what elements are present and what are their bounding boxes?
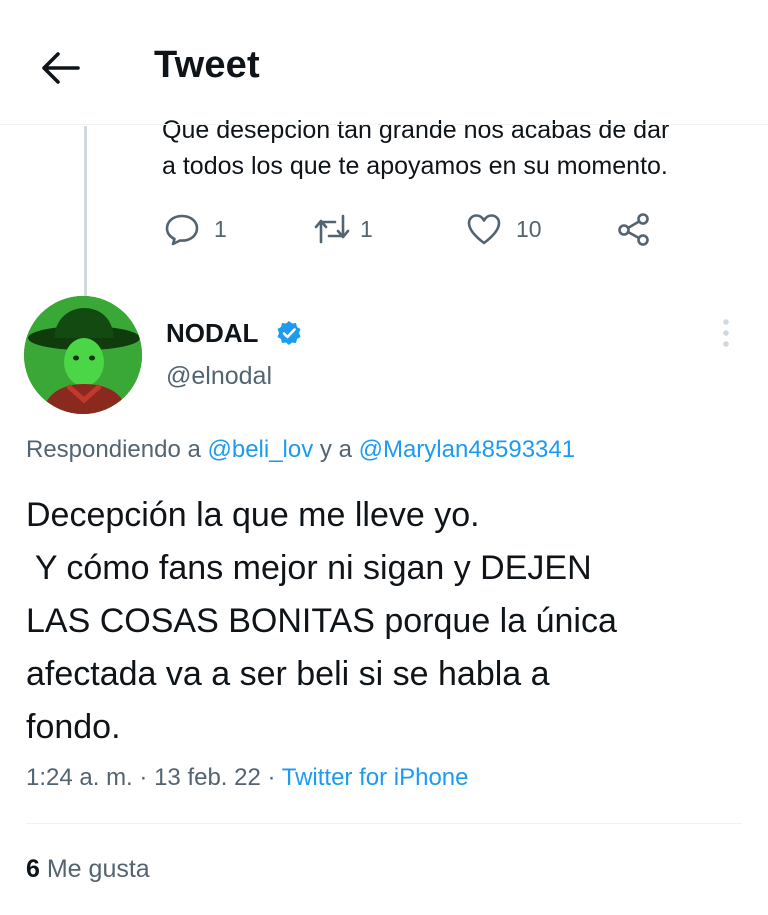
tweet-date: 13 feb. 22	[154, 764, 261, 791]
like-count: 10	[516, 215, 542, 242]
profile-photo	[24, 296, 142, 414]
top-bar: Tweet	[0, 0, 768, 126]
replying-prefix: Respondiendo a	[26, 436, 201, 463]
previous-tweet-text: Que desepcion tan grande nos acabas de d…	[162, 112, 762, 184]
mention-link[interactable]: @beli_lov	[207, 436, 313, 463]
replying-joiner: y a	[319, 436, 352, 463]
likes-stat[interactable]: 6 Me gusta	[26, 855, 150, 884]
header-divider	[0, 124, 768, 125]
avatar[interactable]	[24, 296, 142, 414]
share-button[interactable]	[616, 212, 652, 246]
likes-label: Me gusta	[46, 855, 150, 883]
author-name[interactable]: NODAL	[166, 318, 258, 349]
thread-connector-line	[84, 126, 87, 296]
arrow-left-icon	[42, 52, 80, 84]
back-button[interactable]	[38, 48, 82, 88]
tweet-text-line: fondo.	[26, 708, 121, 746]
stats-divider	[26, 823, 742, 824]
like-button[interactable]: 10	[466, 212, 542, 246]
tweet-text-line: LAS COSAS BONITAS porque la única	[26, 602, 617, 640]
verified-badge-icon	[277, 321, 301, 345]
likes-count: 6	[26, 855, 40, 883]
replying-to: Respondiendo a @beli_lov y a @Marylan485…	[26, 436, 575, 464]
tweet-time: 1:24 a. m.	[26, 764, 133, 791]
tweet-metadata: 1:24 a. m. · 13 feb. 22 · Twitter for iP…	[26, 764, 469, 792]
meta-separator: ·	[267, 764, 276, 791]
tweet-source-link[interactable]: Twitter for iPhone	[282, 764, 469, 791]
author-handle[interactable]: @elnodal	[166, 362, 272, 391]
reply-count: 1	[214, 215, 227, 242]
previous-tweet-line: Que desepcion tan grande nos acabas de d…	[162, 116, 670, 144]
retweet-button[interactable]: 1	[312, 212, 373, 246]
retweet-count: 1	[360, 215, 373, 242]
heart-icon	[467, 214, 501, 245]
page-title: Tweet	[154, 44, 260, 86]
tweet-text-line: Decepción la que me lleve yo.	[26, 496, 480, 534]
reply-icon	[165, 214, 199, 246]
tweet-text-line: afectada va a ser beli si se habla a	[26, 655, 550, 693]
retweet-icon	[314, 214, 350, 244]
share-icon	[618, 213, 649, 246]
previous-tweet-line: a todos los que te apoyamos en su moment…	[162, 152, 668, 180]
tweet-text: Decepción la que me lleve yo. Y cómo fan…	[26, 489, 756, 754]
mention-link[interactable]: @Marylan48593341	[359, 436, 576, 463]
meta-separator: ·	[139, 764, 148, 791]
tweet-text-line: Y cómo fans mejor ni sigan y DEJEN	[26, 549, 592, 587]
reply-button[interactable]: 1	[164, 212, 227, 246]
more-options-icon[interactable]	[716, 316, 736, 350]
